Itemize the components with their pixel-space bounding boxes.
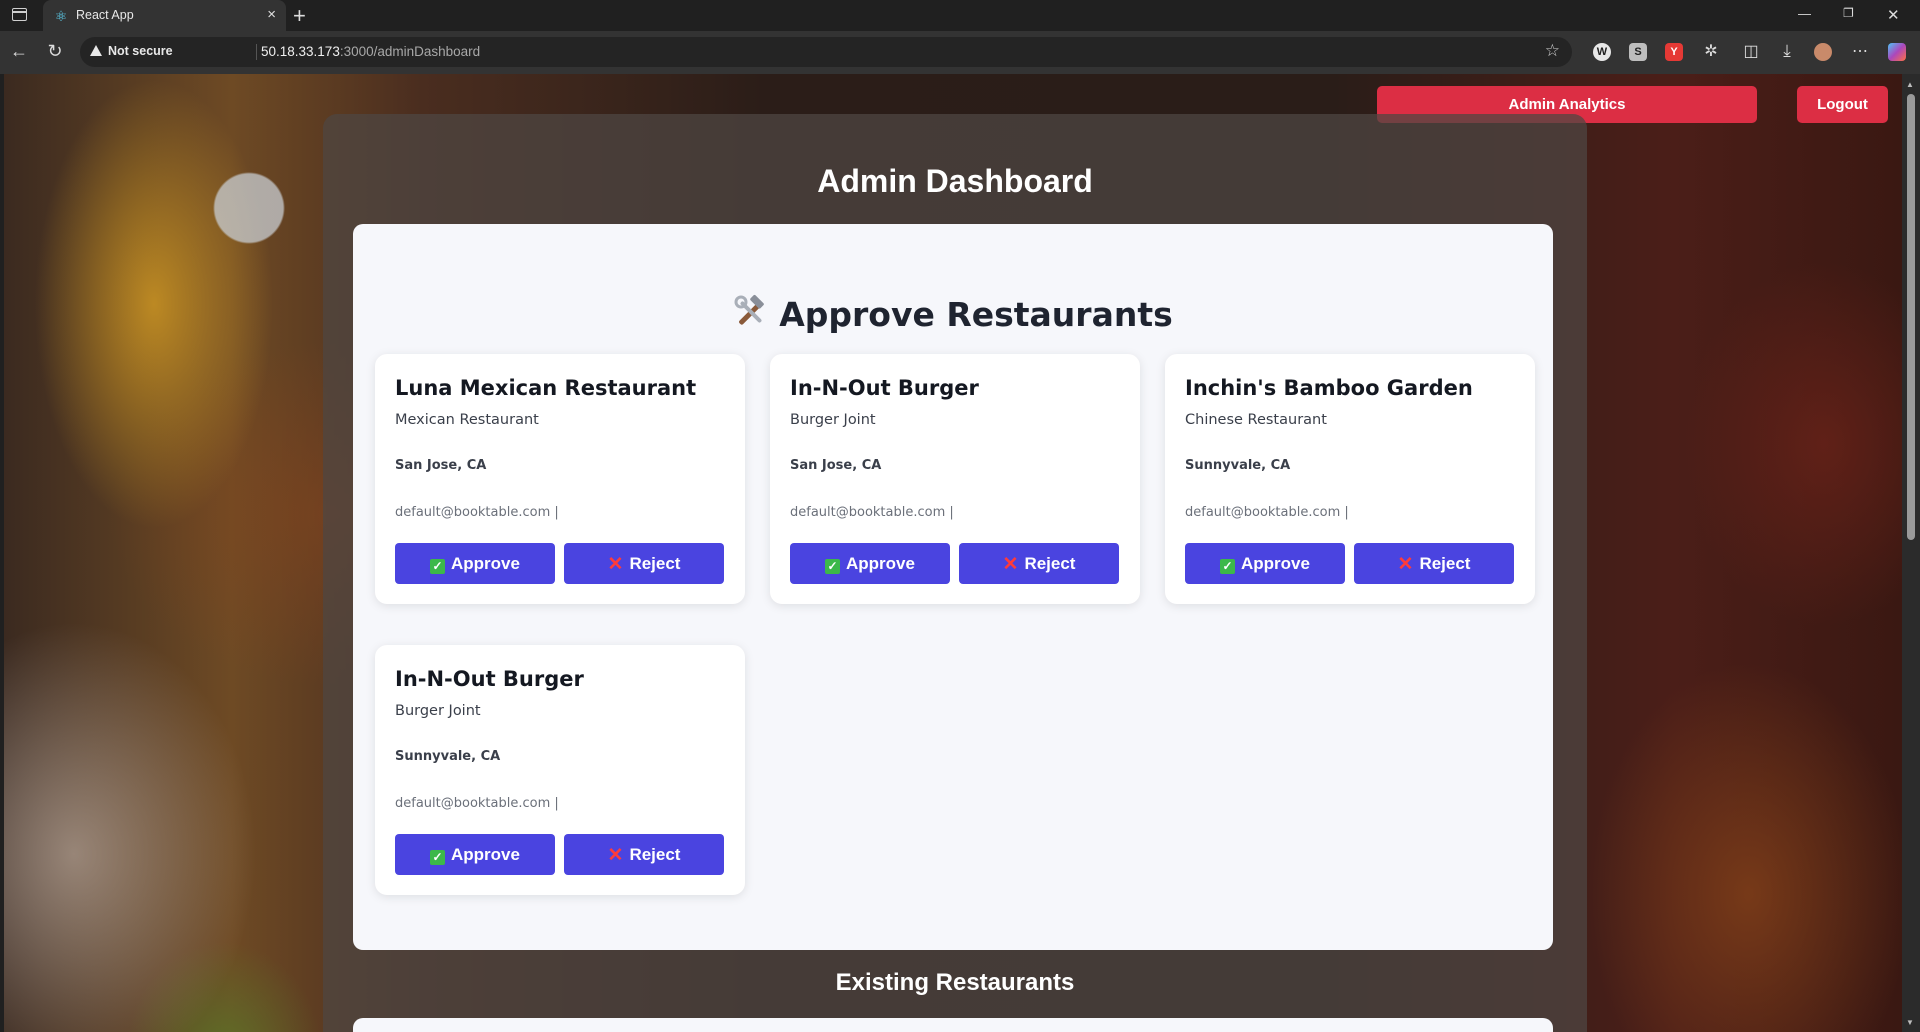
back-arrow-icon[interactable]: ←	[8, 41, 30, 62]
check-mark-icon: ✓	[1220, 559, 1236, 574]
security-label[interactable]: Not secure	[108, 44, 173, 58]
restaurant-location: San Jose, CA	[395, 458, 487, 473]
restaurant-location: Sunnyvale, CA	[1185, 458, 1291, 473]
hammer-and-wrench-icon	[733, 294, 769, 330]
extension-w-icon[interactable]: W	[1593, 43, 1611, 61]
check-mark-icon: ✓	[430, 850, 446, 865]
restaurant-location: San Jose, CA	[790, 458, 882, 473]
restaurant-card: In-N-Out Burger Burger Joint San Jose, C…	[770, 354, 1140, 604]
approve-label: Approve	[846, 554, 915, 573]
restaurant-type: Burger Joint	[790, 412, 876, 428]
reject-button[interactable]: ✕ Reject	[959, 543, 1119, 584]
restaurant-contact: default@booktable.com |	[790, 505, 954, 520]
reject-label: Reject	[629, 554, 681, 573]
approve-button[interactable]: ✓ Approve	[790, 543, 950, 584]
react-logo-icon: ⚛	[54, 8, 68, 24]
reject-label: Reject	[1024, 554, 1076, 573]
split-screen-icon[interactable]: ◫	[1740, 41, 1762, 61]
address-bar[interactable]: Not secure 50.18.33.173:3000/adminDashbo…	[80, 37, 1572, 67]
reject-button[interactable]: ✕ Reject	[564, 834, 724, 875]
reload-icon[interactable]: ↻	[44, 41, 66, 62]
window-menu-icon[interactable]	[12, 8, 27, 21]
warning-icon	[90, 45, 102, 56]
approve-label: Approve	[451, 845, 520, 864]
browser-tab-strip: ⚛ React App × + — ❐ ✕	[0, 0, 1920, 31]
page-background: Admin Analytics Logout Admin Dashboard A…	[4, 74, 1902, 1032]
reject-label: Reject	[629, 845, 681, 864]
restaurant-card: Inchin's Bamboo Garden Chinese Restauran…	[1165, 354, 1535, 604]
approve-label: Approve	[1241, 554, 1310, 573]
close-window-icon[interactable]: ✕	[1887, 6, 1900, 24]
url-text[interactable]: 50.18.33.173:3000/adminDashboard	[261, 44, 480, 59]
restaurant-contact: default@booktable.com |	[1185, 505, 1349, 520]
scroll-up-arrow-icon[interactable]: ▲	[1906, 80, 1914, 89]
extensions-puzzle-icon[interactable]: ✲	[1700, 41, 1722, 61]
reject-button[interactable]: ✕ Reject	[564, 543, 724, 584]
bookmark-star-icon[interactable]: ☆	[1545, 41, 1560, 61]
extension-y-icon[interactable]: Y	[1665, 43, 1683, 61]
url-path: :3000/adminDashboard	[339, 44, 481, 59]
restaurant-contact: default@booktable.com |	[395, 505, 559, 520]
approve-label: Approve	[451, 554, 520, 573]
restaurant-card: Luna Mexican Restaurant Mexican Restaura…	[375, 354, 745, 604]
close-tab-icon[interactable]: ×	[267, 6, 276, 23]
restaurant-name: In-N-Out Burger	[395, 667, 584, 691]
restaurant-type: Burger Joint	[395, 703, 481, 719]
section-title: Approve Restaurants	[353, 294, 1553, 334]
check-mark-icon: ✓	[430, 559, 446, 574]
approve-button[interactable]: ✓ Approve	[395, 834, 555, 875]
cross-mark-icon: ✕	[1002, 554, 1019, 575]
new-tab-button[interactable]: +	[293, 3, 306, 29]
restaurant-contact: default@booktable.com |	[395, 796, 559, 811]
copilot-icon[interactable]	[1888, 43, 1906, 61]
url-host: 50.18.33.173	[261, 44, 340, 59]
restaurant-card: In-N-Out Burger Burger Joint Sunnyvale, …	[375, 645, 745, 895]
existing-restaurants-title: Existing Restaurants	[835, 969, 1075, 996]
reject-button[interactable]: ✕ Reject	[1354, 543, 1514, 584]
restaurant-type: Mexican Restaurant	[395, 412, 539, 428]
check-mark-icon: ✓	[825, 559, 841, 574]
logout-button[interactable]: Logout	[1797, 86, 1888, 123]
existing-restaurants-section	[353, 1018, 1553, 1032]
scroll-down-arrow-icon[interactable]: ▼	[1906, 1018, 1914, 1027]
page-scrollbar[interactable]: ▲ ▼	[1902, 74, 1920, 1032]
approve-restaurants-section: Approve Restaurants Luna Mexican Restaur…	[353, 224, 1553, 950]
cross-mark-icon: ✕	[607, 554, 624, 575]
downloads-icon[interactable]: ⤓	[1776, 41, 1798, 61]
url-separator	[256, 44, 257, 60]
restaurant-name: In-N-Out Burger	[790, 376, 979, 400]
extension-s-icon[interactable]: S	[1629, 43, 1647, 61]
restaurant-name: Luna Mexican Restaurant	[395, 376, 697, 400]
restaurant-name: Inchin's Bamboo Garden	[1185, 376, 1473, 400]
tab-title: React App	[76, 8, 134, 22]
approve-button[interactable]: ✓ Approve	[1185, 543, 1345, 584]
page-title: Admin Dashboard	[817, 163, 1093, 199]
more-menu-icon[interactable]: ⋯	[1849, 41, 1871, 61]
reject-label: Reject	[1419, 554, 1471, 573]
browser-toolbar: ← ↻ Not secure 50.18.33.173:3000/adminDa…	[0, 31, 1920, 74]
profile-avatar[interactable]	[1814, 43, 1832, 61]
browser-tab-active[interactable]: ⚛ React App ×	[43, 0, 286, 31]
restaurant-type: Chinese Restaurant	[1185, 412, 1327, 428]
cross-mark-icon: ✕	[607, 845, 624, 866]
restaurant-location: Sunnyvale, CA	[395, 749, 501, 764]
cross-mark-icon: ✕	[1397, 554, 1414, 575]
minimize-icon[interactable]: —	[1798, 6, 1811, 21]
section-title-text: Approve Restaurants	[779, 295, 1173, 334]
scrollbar-thumb[interactable]	[1907, 94, 1915, 540]
approve-button[interactable]: ✓ Approve	[395, 543, 555, 584]
restore-icon[interactable]: ❐	[1843, 6, 1854, 20]
